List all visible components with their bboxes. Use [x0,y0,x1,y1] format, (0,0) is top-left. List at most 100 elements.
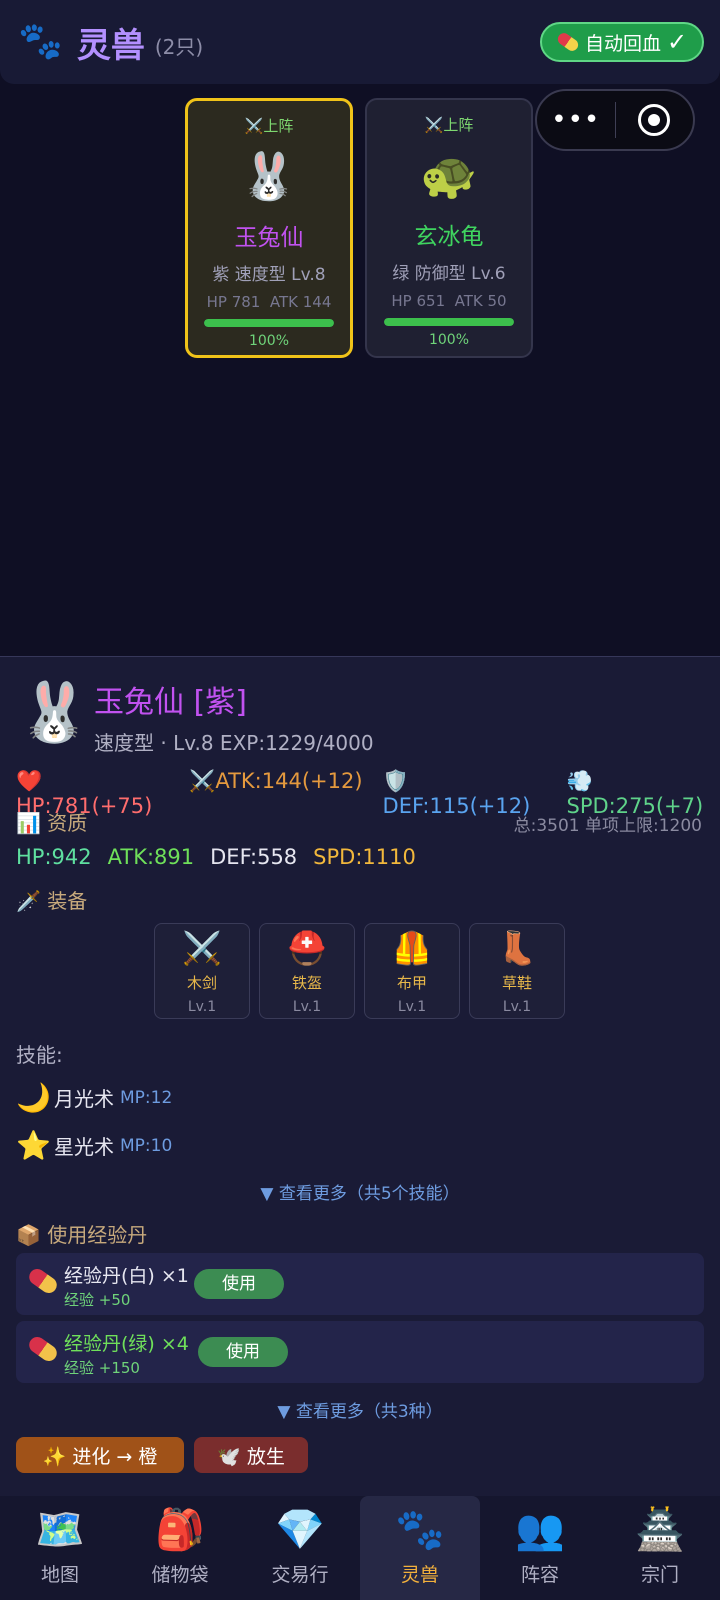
check-icon: ✓ [666,28,688,56]
pet-card-1[interactable]: ⚔️上阵 🐰 玉兔仙 紫 速度型 Lv.8 HP 781 ATK 144 100… [185,98,353,358]
equip-level: Lv.1 [292,999,322,1015]
pet-stats: HP 781 ATK 144 [206,293,332,311]
map-icon: 🗺️ [35,1507,85,1553]
aptitude-title: 📊 资质 [16,811,88,835]
pet-name: 玉兔仙 [234,225,304,251]
equip-slot-helmet[interactable]: ⛑️ 铁盔 Lv.1 [259,923,355,1019]
page-title: 灵兽 [76,25,145,66]
evolve-button[interactable]: ✨ 进化 → 橙 [16,1437,184,1473]
bottom-nav: 🗺️ 地图 🎒 储物袋 💎 交易行 🐾 灵兽 👥 阵容 🏯 宗门 [0,1496,720,1600]
skill-name: 月光术 [54,1087,114,1111]
star-icon: ⭐ [16,1129,51,1162]
equip-slot-boots[interactable]: 👢 草鞋 Lv.1 [469,923,565,1019]
exp-item-name: 经验丹(白) ×1 [64,1265,189,1287]
skill-mp: MP:10 [120,1135,173,1156]
turtle-icon: 🐢 [420,148,478,202]
detail-pet-level: 速度型 · Lv.8 EXP:1229/4000 [94,731,374,755]
pet-stats: HP 651 ATK 50 [391,292,507,310]
aptitude-def: DEF:558 [210,845,298,869]
nav-label: 地图 [40,1564,79,1586]
equip-name: 木剑 [186,974,217,992]
exp-item-row: 经验丹(白) ×1 经验 +50 使用 [16,1253,704,1315]
hp-bar-fill [384,318,514,326]
stat-atk: ⚔️ATK:144(+12) [189,769,363,793]
vest-icon: 🦺 [392,929,432,967]
nav-item-map[interactable]: 🗺️ 地图 [0,1496,120,1600]
skill-mp: MP:12 [120,1087,173,1108]
equip-level: Lv.1 [187,999,217,1015]
nav-label: 宗门 [640,1564,679,1586]
skill-item[interactable]: ⭐ 星光术 MP:10 [16,1129,172,1162]
exp-item-value: 经验 +50 [64,1291,131,1309]
helmet-icon: ⛑️ [287,929,327,967]
rabbit-icon: 🐰 [18,678,91,746]
aptitude-atk: ATK:891 [107,845,195,869]
target-icon [638,104,671,136]
nav-label: 储物袋 [151,1564,209,1586]
close-miniprogram-button[interactable] [616,104,694,136]
skill-name: 星光术 [54,1135,114,1159]
aptitude-spd: SPD:1110 [313,845,416,869]
nav-item-bag[interactable]: 🎒 储物袋 [120,1496,240,1600]
people-icon: 👥 [515,1507,565,1553]
top-header: 🐾 灵兽 (2只) 自动回血 ✓ [0,0,720,84]
pill-icon [26,1265,60,1297]
moon-icon: 🌙 [16,1081,51,1114]
nav-item-sect[interactable]: 🏯 宗门 [600,1496,720,1600]
equip-level: Lv.1 [502,999,532,1015]
aptitude-note: 总:3501 单项上限:1200 [513,816,702,836]
pet-card-2[interactable]: ⚔️上阵 🐢 玄冰龟 绿 防御型 Lv.6 HP 651 ATK 50 100% [365,98,533,358]
equip-name: 布甲 [396,974,427,992]
nav-label: 阵容 [520,1564,559,1586]
exp-item-row: 经验丹(绿) ×4 经验 +150 使用 [16,1321,704,1383]
pet-info: 紫 速度型 Lv.8 [212,265,326,285]
hp-bar [204,319,334,327]
hp-bar-fill [204,319,334,327]
detail-header: 🐰 玉兔仙 [紫] 速度型 · Lv.8 EXP:1229/4000 [18,677,374,756]
nav-item-pets[interactable]: 🐾 灵兽 [360,1496,480,1600]
exp-pill-title: 📦 使用经验丹 [16,1223,148,1247]
deploy-badge: ⚔️上阵 [424,116,474,134]
skills-title: 技能: [16,1043,63,1067]
skills-more-link[interactable]: ▼ 查看更多（共5个技能） [0,1179,720,1204]
diamond-icon: 💎 [275,1507,325,1553]
equipment-title: 🗡️ 装备 [16,889,88,913]
hp-bar [384,318,514,326]
equip-name: 铁盔 [291,974,322,992]
more-menu-button[interactable]: ••• [537,105,615,135]
equip-name: 草鞋 [501,974,532,992]
release-button[interactable]: 🕊️ 放生 [194,1437,308,1473]
pill-icon [555,30,581,54]
paw-icon: 🐾 [395,1507,445,1553]
exp-item-name: 经验丹(绿) ×4 [64,1333,189,1355]
backpack-icon: 🎒 [155,1507,205,1553]
skill-item[interactable]: 🌙 月光术 MP:12 [16,1081,172,1114]
castle-icon: 🏯 [635,1507,685,1553]
use-button[interactable]: 使用 [194,1269,284,1299]
aptitude-values: HP:942 ATK:891 DEF:558 SPD:1110 [16,845,416,869]
nav-label: 灵兽 [400,1564,439,1586]
detail-pet-name: 玉兔仙 [紫] [94,685,247,720]
hp-percent: 100% [248,333,290,349]
miniprogram-capsule: ••• [535,89,695,151]
auto-heal-toggle[interactable]: 自动回血 ✓ [540,22,704,62]
equip-level: Lv.1 [397,999,427,1015]
exp-item-value: 经验 +150 [64,1359,140,1377]
aptitude-hp: HP:942 [16,845,92,869]
sword-icon: ⚔️ [182,929,222,967]
exp-more-link[interactable]: ▼ 查看更多（共3种） [0,1397,720,1422]
nav-item-market[interactable]: 💎 交易行 [240,1496,360,1600]
hp-percent: 100% [428,332,470,348]
pet-name: 玄冰龟 [414,224,484,250]
auto-heal-label: 自动回血 [584,32,661,55]
use-button[interactable]: 使用 [198,1337,288,1367]
equip-slot-weapon[interactable]: ⚔️ 木剑 Lv.1 [154,923,250,1019]
paw-icon: 🐾 [18,21,63,62]
pet-info: 绿 防御型 Lv.6 [392,264,506,284]
pet-count: (2只) [154,34,204,59]
deploy-badge: ⚔️上阵 [244,117,294,135]
pet-detail-panel: 🐰 玉兔仙 [紫] 速度型 · Lv.8 EXP:1229/4000 ❤️HP:… [0,656,720,1496]
nav-item-lineup[interactable]: 👥 阵容 [480,1496,600,1600]
equipment-row: ⚔️ 木剑 Lv.1 ⛑️ 铁盔 Lv.1 🦺 布甲 Lv.1 👢 草鞋 Lv.… [154,923,565,1019]
equip-slot-armor[interactable]: 🦺 布甲 Lv.1 [364,923,460,1019]
